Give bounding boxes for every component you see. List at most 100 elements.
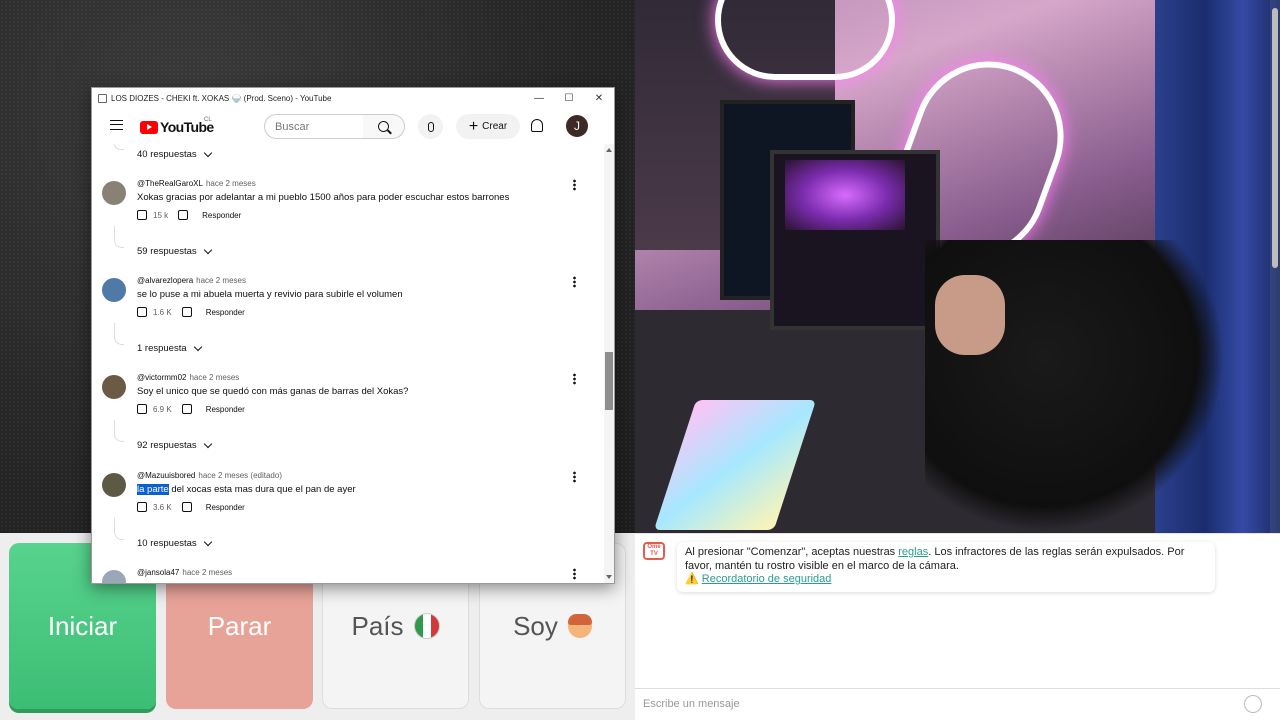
like-count: 3.6 K [153, 502, 172, 512]
replies-toggle[interactable]: 1 respuesta [137, 342, 202, 354]
boy-icon [567, 614, 592, 638]
replies-count: 1 respuesta [137, 343, 187, 354]
plus-icon: + [468, 117, 479, 135]
like-icon[interactable] [137, 210, 147, 220]
hamburger-menu-icon[interactable] [110, 120, 123, 130]
page-scrollbar[interactable] [1270, 0, 1280, 533]
comment-text: se lo puse a mi abuela muerta y revivio … [137, 289, 403, 300]
dislike-icon[interactable] [178, 210, 189, 220]
create-label: Crear [482, 121, 508, 132]
chevron-down-icon [203, 148, 212, 158]
reply-button[interactable]: Responder [206, 503, 245, 512]
comment-actions: 15 k Responder [137, 210, 241, 220]
comment-text: Xokas gracias por adelantar a mi pueblo … [137, 192, 510, 203]
emoji-icon[interactable] [1244, 695, 1262, 713]
minimize-button[interactable]: — [524, 88, 554, 108]
selected-text: la parte [137, 484, 169, 495]
more-options-icon[interactable] [573, 568, 576, 580]
commenter-avatar[interactable] [102, 570, 126, 583]
scroll-up-arrow-icon[interactable] [606, 148, 612, 152]
chevron-down-icon [203, 537, 212, 547]
commenter-avatar[interactable] [102, 375, 126, 399]
more-options-icon[interactable] [573, 276, 576, 288]
replies-toggle[interactable]: 40 respuestas [137, 148, 212, 160]
video-neon-light [715, 0, 895, 80]
replies-count: 92 respuestas [137, 440, 197, 451]
replies-toggle[interactable]: 59 respuestas [137, 245, 212, 257]
start-label: Iniciar [47, 610, 118, 641]
chat-panel: Ome TV Al presionar "Comenzar", aceptas … [635, 533, 1280, 720]
notifications-bell-icon[interactable] [531, 119, 543, 132]
like-icon[interactable] [137, 307, 147, 317]
search-icon [378, 121, 389, 132]
comment-author[interactable]: @victormm02 hace 2 meses [137, 373, 239, 382]
comment-author[interactable]: @jansola47 hace 2 meses [137, 568, 232, 577]
window-title: LOS DIOZES - CHEKI ft. XOKAS 🍚 (Prod. Sc… [111, 93, 332, 103]
comment: @TheRealGaroXL hace 2 meses Xokas gracias… [102, 179, 592, 239]
dislike-icon[interactable] [181, 502, 192, 512]
replies-toggle[interactable]: 10 respuestas [137, 537, 212, 549]
stop-label: Parar [207, 610, 272, 641]
like-icon[interactable] [137, 404, 147, 414]
like-count: 15 k [153, 210, 169, 220]
microphone-icon [427, 121, 434, 132]
replies-count: 59 respuestas [137, 246, 197, 257]
comment-time: hace 2 meses [182, 568, 233, 577]
like-count: 1.6 K [153, 307, 172, 317]
comments-scrollbar-thumb[interactable] [605, 352, 613, 410]
dislike-icon[interactable] [181, 404, 192, 414]
commenter-avatar[interactable] [102, 473, 126, 497]
rules-notice: Al presionar "Comenzar", aceptas nuestra… [677, 542, 1215, 592]
ome-tv-logo-icon: Ome TV [643, 542, 665, 560]
dislike-icon[interactable] [181, 307, 192, 317]
reply-button[interactable]: Responder [202, 211, 241, 220]
thread-connector [114, 323, 124, 345]
user-avatar[interactable]: J [566, 115, 588, 137]
comment-author[interactable]: @alvarezlopera hace 2 meses [137, 276, 246, 285]
more-options-icon[interactable] [573, 179, 576, 191]
thread-connector [114, 518, 124, 540]
youtube-play-icon [140, 120, 158, 134]
thread-connector [114, 144, 124, 150]
search-input[interactable]: Buscar [264, 114, 364, 139]
message-input[interactable]: Escribe un mensaje [635, 688, 1280, 720]
replies-count: 40 respuestas [137, 149, 197, 160]
app-icon [98, 93, 107, 103]
rules-link[interactable]: reglas [898, 546, 928, 558]
thread-connector [114, 420, 124, 442]
reply-button[interactable]: Responder [206, 405, 245, 414]
title-bar[interactable]: LOS DIOZES - CHEKI ft. XOKAS 🍚 (Prod. Sc… [92, 88, 614, 108]
replies-toggle[interactable]: 92 respuestas [137, 439, 212, 451]
more-options-icon[interactable] [573, 373, 576, 385]
message-input-placeholder: Escribe un mensaje [643, 698, 740, 710]
youtube-logo[interactable]: YouTube [140, 119, 214, 135]
replies-count: 10 respuestas [137, 538, 197, 549]
chevron-down-icon [203, 439, 212, 449]
maximize-button[interactable]: ☐ [554, 88, 584, 108]
comment-author[interactable]: @TheRealGaroXL hace 2 meses [137, 179, 256, 188]
chevron-down-icon [193, 342, 202, 352]
chevron-down-icon [203, 245, 212, 255]
create-button[interactable]: + Crear [456, 114, 520, 139]
commenter-avatar[interactable] [102, 181, 126, 205]
page-scrollbar-thumb[interactable] [1272, 8, 1278, 268]
like-count: 6.9 K [153, 404, 172, 414]
comment: @victormm02 hace 2 meses Soy el unico que… [102, 373, 592, 433]
scroll-down-arrow-icon[interactable] [606, 575, 612, 579]
country-code: CL [204, 117, 212, 123]
voice-search-button[interactable] [418, 114, 443, 139]
window-controls: — ☐ ✕ [524, 88, 614, 108]
comment: @alvarezlopera hace 2 meses se lo puse a … [102, 276, 592, 336]
warning-icon: ⚠️ [685, 573, 699, 585]
comment-time: hace 2 meses [196, 276, 246, 285]
commenter-avatar[interactable] [102, 278, 126, 302]
more-options-icon[interactable] [573, 471, 576, 483]
safety-reminder-link[interactable]: Recordatorio de seguridad [702, 573, 832, 585]
comment-author[interactable]: @Mazuuisbored hace 2 meses (editado) [137, 471, 282, 480]
video-face [935, 275, 1005, 355]
search-button[interactable] [363, 114, 405, 139]
reply-button[interactable]: Responder [206, 308, 245, 317]
close-button[interactable]: ✕ [584, 88, 614, 108]
comment-text: la parte del xocas esta mas dura que el … [137, 484, 356, 495]
like-icon[interactable] [137, 502, 147, 512]
